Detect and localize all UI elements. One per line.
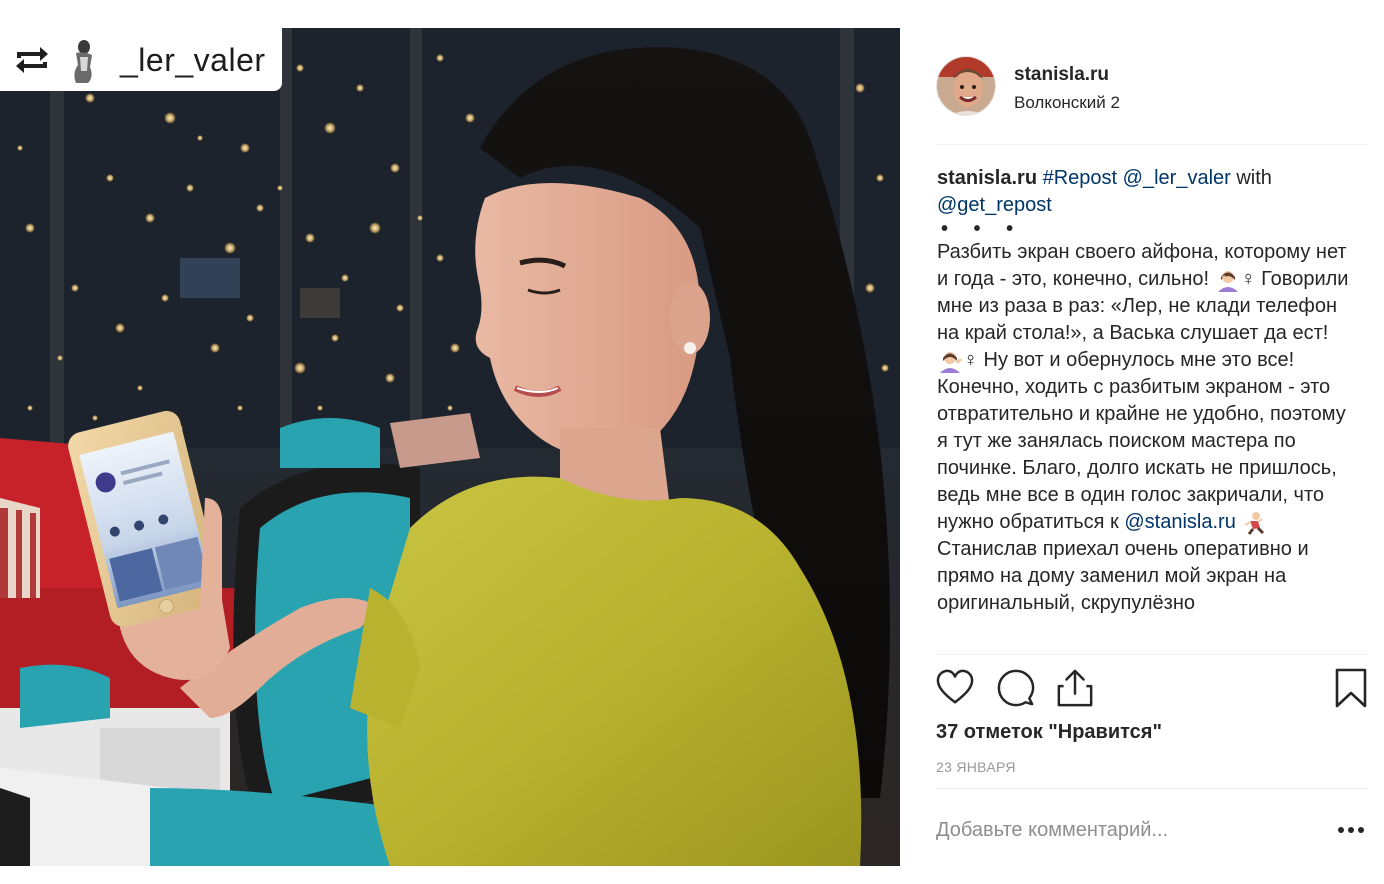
post-caption: stanisla.ru #Repost @_ler_valer with @ge…	[937, 165, 1355, 648]
post-header: stanisla.ru Волконский 2	[936, 56, 1367, 146]
divider	[936, 144, 1367, 145]
divider	[936, 654, 1367, 655]
post-image	[0, 28, 900, 866]
caption-dots: • • •	[941, 218, 1024, 240]
mention-get-repost[interactable]: @get_repost	[937, 194, 1052, 216]
author-avatar-image	[937, 57, 995, 115]
post-photo[interactable]	[0, 28, 900, 866]
repost-icon	[16, 47, 48, 73]
post-actions	[936, 668, 1367, 712]
author-username[interactable]: stanisla.ru	[1014, 64, 1109, 86]
female-sign-1: ♀	[1240, 268, 1256, 290]
caption-text-3: Ну вот и обернулось мне это все!	[978, 349, 1295, 371]
woman-tipping-hand-icon	[940, 351, 963, 373]
mention-stanisla[interactable]: @stanisla.ru	[1124, 511, 1235, 533]
share-button[interactable]	[1056, 668, 1094, 708]
comment-input[interactable]	[936, 814, 1316, 846]
hashtag-repost[interactable]: #Repost	[1043, 167, 1118, 189]
comment-icon	[997, 669, 1035, 707]
bookmark-icon	[1335, 668, 1367, 708]
caption-with: with	[1230, 167, 1272, 189]
like-button[interactable]	[936, 668, 974, 708]
divider	[936, 788, 1367, 789]
post-side-panel: stanisla.ru Волконский 2 stanisla.ru #Re…	[900, 28, 1384, 884]
mention-ler-valer[interactable]: @_ler_valer	[1123, 167, 1231, 189]
post-location[interactable]: Волконский 2	[1014, 93, 1120, 113]
comment-button[interactable]	[997, 668, 1035, 708]
female-sign-2: ♀	[963, 349, 978, 371]
save-button[interactable]	[1334, 668, 1368, 708]
likes-count[interactable]: 37 отметок "Нравится"	[936, 721, 1162, 744]
heart-icon	[936, 669, 974, 704]
post-date[interactable]: 23 ЯНВАРЯ	[936, 759, 1016, 775]
woman-running-icon	[1244, 511, 1265, 535]
caption-text-5: Станислав приехал очень оперативно и пря…	[937, 538, 1309, 614]
repost-username: _ler_valer	[120, 42, 266, 78]
caption-author[interactable]: stanisla.ru	[937, 167, 1037, 189]
caption-text-4: Конечно, ходить с разбитым экраном - это…	[937, 376, 1346, 533]
repost-badge[interactable]: _ler_valer	[0, 28, 282, 91]
more-dots-icon[interactable]	[1336, 818, 1366, 842]
woman-facepalming-icon	[1217, 270, 1238, 292]
repost-user-avatar-icon	[74, 40, 92, 83]
share-icon	[1057, 669, 1093, 707]
author-avatar[interactable]	[936, 56, 996, 116]
